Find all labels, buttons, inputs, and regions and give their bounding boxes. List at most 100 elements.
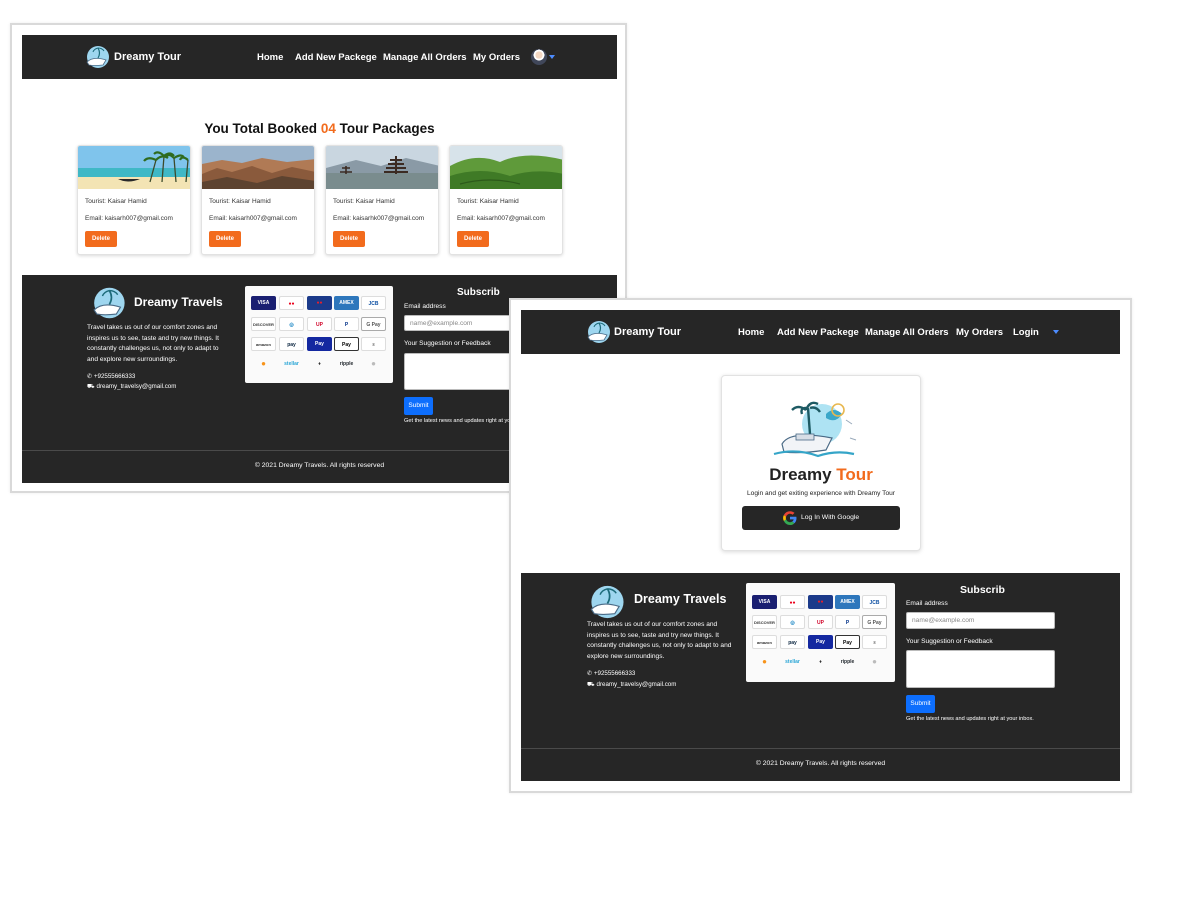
google-pay-icon: G Pay (361, 317, 386, 331)
stellar-icon: stellar (284, 361, 299, 367)
tour-image-hills (450, 146, 562, 189)
login-subtitle: Login and get exiting experience with Dr… (747, 490, 895, 497)
google-login-button[interactable]: Log In With Google (742, 506, 900, 530)
phone-icon: ✆ (87, 373, 94, 380)
heading-prefix: You Total Booked (204, 121, 318, 136)
crypto-icon: Ξ (862, 635, 887, 649)
maestro-icon: ●● (808, 595, 833, 609)
discover-icon: DISCOVER (251, 317, 276, 331)
footer-email: ⛟ dreamy_travelsy@gmail.com (587, 681, 676, 689)
email-text: dreamy_travelsy@gmail.com (596, 681, 677, 688)
brand-logo[interactable] (585, 319, 611, 345)
phone-icon: ✆ (587, 670, 594, 677)
phone-text: +92555666333 (93, 373, 136, 380)
delete-button[interactable]: Delete (85, 231, 117, 247)
visa-icon: VISA (251, 296, 276, 310)
feedback-label: Your Suggestion or Feedback (404, 340, 491, 347)
card-email: Email: kaisarh007@gmail.com (209, 215, 297, 222)
nav-my-orders[interactable]: My Orders (473, 52, 520, 63)
login-title-main: Dreamy (769, 465, 832, 484)
navbar: Dreamy Tour Home Add New Packege Manage … (22, 35, 617, 79)
litecoin-icon: ● (371, 359, 376, 368)
nav-manage-orders[interactable]: Manage All Orders (865, 327, 949, 338)
ripple-icon: ripple (339, 361, 354, 367)
nav-login[interactable]: Login (1013, 327, 1039, 338)
unionpay-icon: UP (307, 317, 332, 331)
newsletter-note: Get the latest news and updates right at… (906, 716, 1034, 722)
footer-logo (90, 285, 126, 321)
booked-count: 04 (320, 121, 336, 136)
chevron-down-icon[interactable] (1053, 330, 1059, 334)
amazon-pay-icon: amazon (251, 337, 276, 351)
login-illustration (766, 394, 862, 464)
brand-name[interactable]: Dreamy Tour (614, 326, 681, 338)
footer-email: ⛟ dreamy_travelsy@gmail.com (87, 383, 176, 391)
samsung-pay-icon: Pay (307, 337, 332, 351)
login-title: Dreamy Tour (722, 465, 920, 485)
delete-button[interactable]: Delete (457, 231, 489, 247)
booked-heading: You Total Booked 04 Tour Packages (22, 121, 617, 136)
footer-description: Travel takes us out of our comfort zones… (87, 324, 219, 363)
ethereum-icon: ♦ (318, 361, 321, 367)
feedback-textarea[interactable] (906, 650, 1055, 688)
delete-button[interactable]: Delete (209, 231, 241, 247)
truck-icon: ⛟ (87, 383, 97, 390)
footer-brand: Dreamy Travels (634, 592, 727, 606)
email-text: dreamy_travelsy@gmail.com (96, 383, 177, 390)
login-title-accent: Tour (836, 465, 873, 484)
ethereum-icon: ♦ (819, 659, 822, 665)
nav-my-orders[interactable]: My Orders (956, 327, 1003, 338)
pay-icon: pay (279, 337, 304, 351)
diners-icon: ◎ (279, 317, 304, 331)
feedback-label: Your Suggestion or Feedback (906, 638, 993, 645)
amex-icon: AMEX (835, 595, 860, 609)
google-login-label: Log In With Google (801, 514, 860, 521)
visa-icon: VISA (752, 595, 777, 609)
order-card: Tourist: Kaisar Hamid Email: kaisarh007@… (77, 145, 191, 255)
chevron-down-icon[interactable] (549, 55, 555, 59)
footer-logo (587, 583, 625, 621)
google-icon (782, 510, 798, 526)
truck-icon: ⛟ (587, 681, 597, 688)
apple-pay-icon: Pay (835, 635, 860, 649)
delete-button[interactable]: Delete (333, 231, 365, 247)
copyright: © 2021 Dreamy Travels. All rights reserv… (755, 760, 886, 767)
nav-home[interactable]: Home (738, 327, 764, 338)
mastercard-icon: ●● (780, 595, 805, 609)
brand-logo[interactable] (84, 44, 110, 70)
mastercard-icon: ●● (279, 296, 304, 310)
bitcoin-icon: ● (762, 657, 767, 666)
tour-image-beach (78, 146, 190, 189)
paypal-icon: P (835, 615, 860, 629)
footer-phone: ✆ +92555666333 (587, 670, 635, 677)
tour-image-temple (326, 146, 438, 189)
submit-button[interactable]: Submit (906, 695, 935, 713)
amex-icon: AMEX (334, 296, 359, 310)
footer-divider (521, 748, 1120, 749)
footer-description: Travel takes us out of our comfort zones… (587, 621, 732, 660)
stellar-icon: stellar (785, 659, 800, 665)
email-field[interactable]: name@example.com (906, 612, 1055, 629)
subscribe-title: Subscrib (960, 584, 1005, 596)
card-tourist: Tourist: Kaisar Hamid (457, 198, 519, 205)
nav-manage-orders[interactable]: Manage All Orders (383, 52, 467, 63)
submit-button[interactable]: Submit (404, 397, 433, 415)
brand-name[interactable]: Dreamy Tour (114, 51, 181, 63)
tour-image-canyon (202, 146, 314, 189)
pay-icon: pay (780, 635, 805, 649)
card-tourist: Tourist: Kaisar Hamid (85, 198, 147, 205)
nav-add-package[interactable]: Add New Packege (295, 52, 377, 63)
jcb-icon: JCB (862, 595, 887, 609)
navbar: Dreamy Tour Home Add New Packege Manage … (521, 310, 1120, 354)
card-tourist: Tourist: Kaisar Hamid (333, 198, 395, 205)
order-card: Tourist: Kaisar Hamid Email: kaisarhk007… (325, 145, 439, 255)
crypto-icon: Ξ (361, 337, 386, 351)
ripple-icon: ripple (840, 659, 855, 665)
nav-add-package[interactable]: Add New Packege (777, 327, 859, 338)
footer: Dreamy Travels Travel takes us out of ou… (521, 573, 1120, 781)
footer-phone: ✆ +92555666333 (87, 373, 135, 380)
user-avatar[interactable] (531, 49, 547, 65)
discover-icon: DISCOVER (752, 615, 777, 629)
nav-home[interactable]: Home (257, 52, 283, 63)
apple-pay-icon: Pay (334, 337, 359, 351)
